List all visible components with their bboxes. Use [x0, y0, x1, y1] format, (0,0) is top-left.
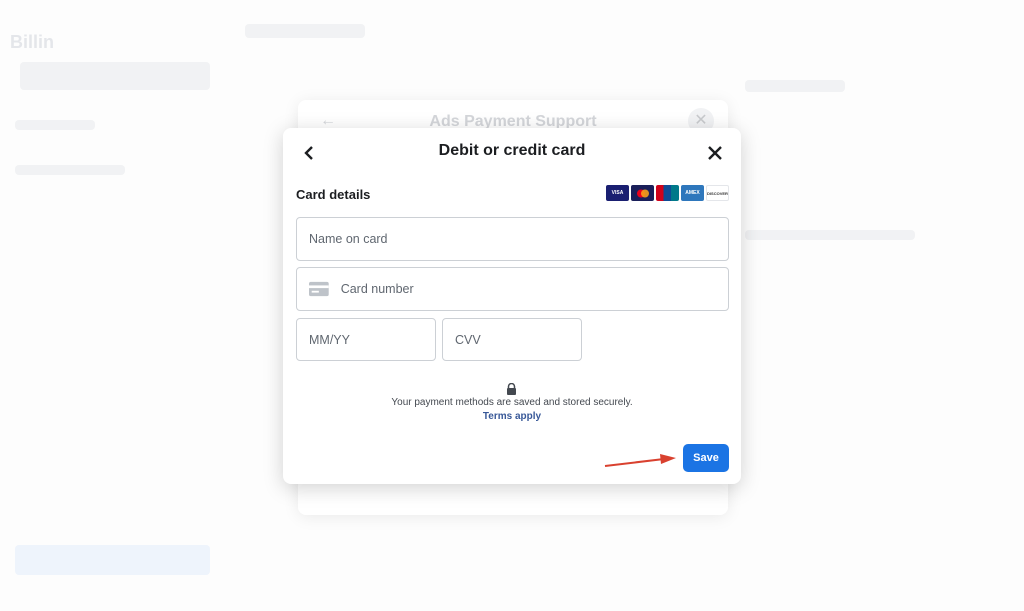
sidebar-item: [15, 165, 125, 175]
name-on-card-input[interactable]: [297, 232, 728, 246]
card-number-field[interactable]: [296, 267, 729, 311]
mastercard-logo: [631, 185, 654, 201]
expiry-input[interactable]: [297, 332, 435, 347]
name-on-card-field[interactable]: [296, 217, 729, 261]
close-icon: [708, 146, 722, 160]
dialog-title: Debit or credit card: [438, 142, 586, 159]
visa-logo: VISA: [606, 185, 629, 201]
card-brands: VISA AMEX DISCOVER: [606, 185, 729, 201]
discover-logo: DISCOVER: [706, 185, 729, 201]
background-text: [745, 230, 915, 240]
sidebar-button: [15, 545, 210, 575]
section-title: Card details: [296, 187, 371, 202]
unionpay-logo: [656, 185, 679, 201]
amex-logo: AMEX: [681, 185, 704, 201]
annotation-arrow-icon: [604, 454, 676, 467]
card-dialog: Debit or credit card Card details VISA A…: [283, 128, 741, 484]
account-selector: [20, 62, 210, 90]
credit-card-icon: [309, 281, 329, 297]
security-note: Your payment methods are saved and store…: [391, 397, 633, 408]
terms-link[interactable]: Terms apply: [283, 411, 741, 422]
close-button[interactable]: [702, 140, 728, 166]
cvv-field[interactable]: [442, 318, 582, 361]
save-button[interactable]: Save: [683, 444, 729, 472]
expiry-field[interactable]: [296, 318, 436, 361]
payment-activity-heading: [745, 80, 845, 92]
card-number-input[interactable]: [328, 282, 728, 296]
cvv-input[interactable]: [443, 332, 581, 347]
sidebar-item: [15, 120, 95, 130]
sidebar-title: Billin: [10, 32, 54, 52]
page-header: [245, 24, 365, 38]
